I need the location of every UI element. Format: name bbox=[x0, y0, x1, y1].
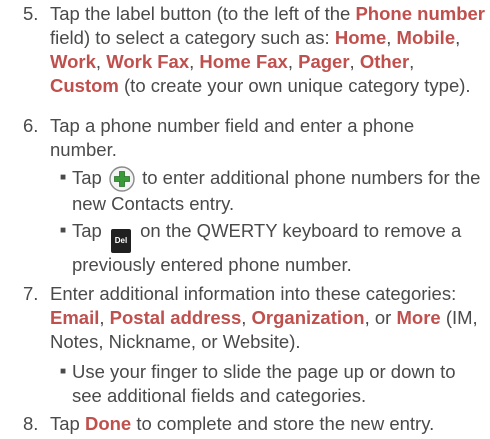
bullet-marker: ■ bbox=[60, 172, 67, 183]
step-number: 5. bbox=[23, 3, 39, 24]
bullet-marker: ■ bbox=[60, 225, 67, 236]
category-mobile: Mobile bbox=[396, 27, 456, 48]
delete-key-icon: Del bbox=[110, 229, 131, 253]
category-home-fax: Home Fax bbox=[199, 51, 288, 72]
step-text: Tap Done to complete and store the new e… bbox=[50, 413, 435, 434]
step-8: 8. Tap Done to complete and store the ne… bbox=[23, 412, 485, 436]
step-7: 7. Enter additional information into the… bbox=[23, 282, 485, 354]
keyword-done: Done bbox=[84, 413, 132, 434]
bullet-delete-phone: ■ Tap Del on the QWERTY keyboard to remo… bbox=[60, 219, 485, 277]
category-work: Work bbox=[50, 51, 96, 72]
bullet-text: Tap Del on the QWERTY keyboard to remove… bbox=[72, 220, 462, 275]
bullet-text: Use your finger to slide the page up or … bbox=[72, 361, 456, 406]
category-email: Email bbox=[50, 307, 100, 328]
step-number: 7. bbox=[23, 283, 39, 304]
category-home: Home bbox=[334, 27, 387, 48]
step-number: 8. bbox=[23, 413, 39, 434]
category-more: More bbox=[396, 307, 441, 328]
add-icon bbox=[109, 166, 135, 192]
category-pager: Pager bbox=[298, 51, 350, 72]
step-text: Enter additional information into these … bbox=[50, 283, 478, 352]
bullet-text: Tap to enter additional phone numbers fo… bbox=[72, 166, 481, 214]
step-text: Tap a phone number field and enter a pho… bbox=[50, 115, 415, 160]
category-postal-address: Postal address bbox=[109, 307, 242, 328]
keyword-phone-number: Phone number bbox=[355, 3, 485, 24]
category-custom: Custom bbox=[50, 75, 119, 96]
step-5: 5. Tap the label button (to the left of … bbox=[23, 2, 485, 98]
category-work-fax: Work Fax bbox=[106, 51, 190, 72]
step-text: Tap the label button (to the left of the… bbox=[50, 3, 485, 96]
category-other: Other bbox=[359, 51, 410, 72]
bullet-marker: ■ bbox=[60, 366, 67, 377]
bullet-slide-page: ■ Use your finger to slide the page up o… bbox=[60, 360, 485, 408]
step-6: 6. Tap a phone number field and enter a … bbox=[23, 114, 485, 162]
bullet-add-phone: ■ Tap to enter additional phone numbers … bbox=[60, 166, 485, 216]
step-number: 6. bbox=[23, 115, 39, 136]
category-organization: Organization bbox=[251, 307, 365, 328]
